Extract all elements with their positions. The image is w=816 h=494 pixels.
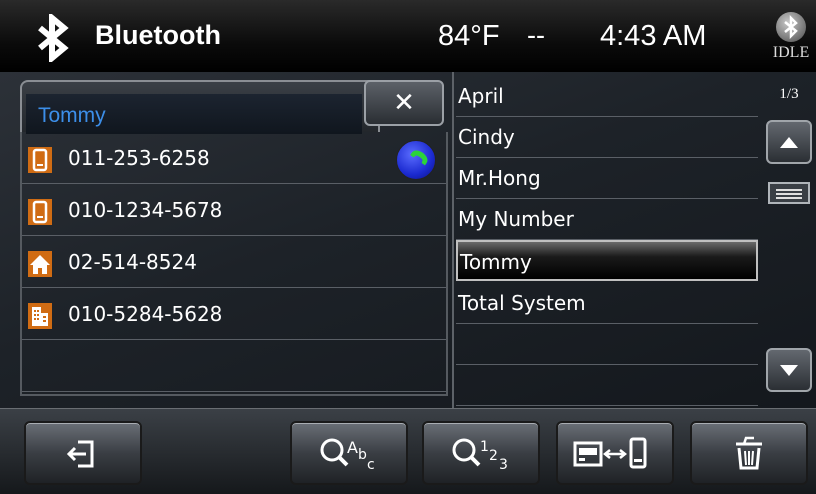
contact-detail-panel: Tommy ✕ 011-253-6258 010-1234-5678 02-51… — [20, 80, 448, 398]
panel-divider — [452, 72, 454, 408]
phone-call-icon — [410, 150, 428, 166]
phone-transfer-icon — [573, 437, 647, 469]
call-button[interactable] — [396, 140, 436, 180]
contact-list-item[interactable]: Mr.Hong — [456, 158, 758, 199]
phone-number: 010-1234-5678 — [68, 198, 223, 222]
search-tab: Tommy — [20, 80, 380, 134]
app-title: Bluetooth — [95, 20, 221, 50]
home-icon — [28, 251, 52, 277]
bluetooth-icon — [38, 14, 69, 62]
search-by-number-button[interactable]: 1 2 3 — [422, 421, 540, 485]
number-row[interactable]: 010-1234-5678 — [22, 184, 446, 236]
status-bar: Bluetooth 84°F -- 4:43 AM IDLE — [0, 0, 816, 72]
delete-button[interactable] — [690, 421, 808, 485]
triangle-up-icon — [780, 137, 798, 148]
close-icon: ✕ — [393, 88, 415, 118]
bluetooth-status-icon — [776, 12, 806, 42]
search-number-icon: 1 2 3 — [452, 438, 508, 473]
number-row[interactable]: 011-253-6258 — [22, 132, 446, 184]
number-list: 011-253-6258 010-1234-5678 02-514-8524 0… — [20, 132, 448, 396]
contact-list-item[interactable]: Total System — [456, 283, 758, 324]
number-row-empty — [22, 340, 446, 392]
number-row[interactable]: 02-514-8524 — [22, 236, 446, 288]
phonebook-panel: Tommy ✕ 011-253-6258 010-1234-5678 02-51… — [0, 72, 816, 408]
back-button[interactable] — [24, 421, 142, 485]
contact-name: Mr.Hong — [458, 166, 541, 190]
contact-name: April — [458, 84, 504, 108]
contact-name: Cindy — [458, 125, 515, 149]
svg-text:3: 3 — [499, 457, 508, 473]
phone-number: 02-514-8524 — [68, 250, 197, 274]
bluetooth-status: IDLE — [770, 12, 812, 66]
svg-text:c: c — [367, 457, 375, 473]
triangle-down-icon — [780, 365, 798, 376]
contact-list-item-empty — [456, 365, 758, 406]
phone-number: 011-253-6258 — [68, 146, 210, 170]
list-scrollbar: 1/3 — [762, 72, 816, 408]
temperature-readout: 84°F — [438, 20, 500, 52]
svg-text:A: A — [347, 438, 358, 457]
svg-text:b: b — [358, 447, 367, 463]
contact-list: April Cindy Mr.Hong My Number Tommy Tota… — [456, 72, 762, 408]
phone-number: 010-5284-5628 — [68, 302, 223, 326]
contact-list-item-empty — [456, 324, 758, 365]
contact-list-item[interactable]: Cindy — [456, 117, 758, 158]
contact-name: My Number — [458, 207, 574, 231]
search-by-name-button[interactable]: A b c — [290, 421, 408, 485]
mobile-phone-icon — [28, 199, 52, 225]
exit-icon — [66, 440, 94, 468]
contact-list-item[interactable]: April — [456, 76, 758, 117]
clear-search-button[interactable]: ✕ — [364, 80, 444, 126]
bottom-toolbar: A b c 1 2 3 — [0, 408, 816, 494]
office-building-icon — [28, 303, 52, 329]
clock: 4:43 AM — [600, 20, 707, 52]
search-alphabet-icon: A b c — [320, 438, 375, 473]
scroll-down-button[interactable] — [766, 348, 812, 392]
phonebook-transfer-button[interactable] — [556, 421, 674, 485]
trash-icon — [736, 436, 762, 470]
mobile-phone-icon — [28, 147, 52, 173]
page-indicator: 1/3 — [779, 86, 799, 102]
search-input[interactable]: Tommy — [26, 94, 362, 134]
status-separator: -- — [527, 20, 545, 50]
contact-list-item-selected[interactable]: Tommy — [456, 240, 758, 281]
scroll-thumb[interactable] — [768, 182, 810, 204]
contact-name: Tommy — [460, 250, 532, 274]
number-row[interactable]: 010-5284-5628 — [22, 288, 446, 340]
contact-name: Total System — [458, 291, 586, 315]
bluetooth-status-label: IDLE — [772, 44, 810, 61]
svg-text:1: 1 — [480, 439, 489, 455]
contact-list-item[interactable]: My Number — [456, 199, 758, 240]
svg-text:2: 2 — [489, 448, 498, 464]
scroll-up-button[interactable] — [766, 120, 812, 164]
